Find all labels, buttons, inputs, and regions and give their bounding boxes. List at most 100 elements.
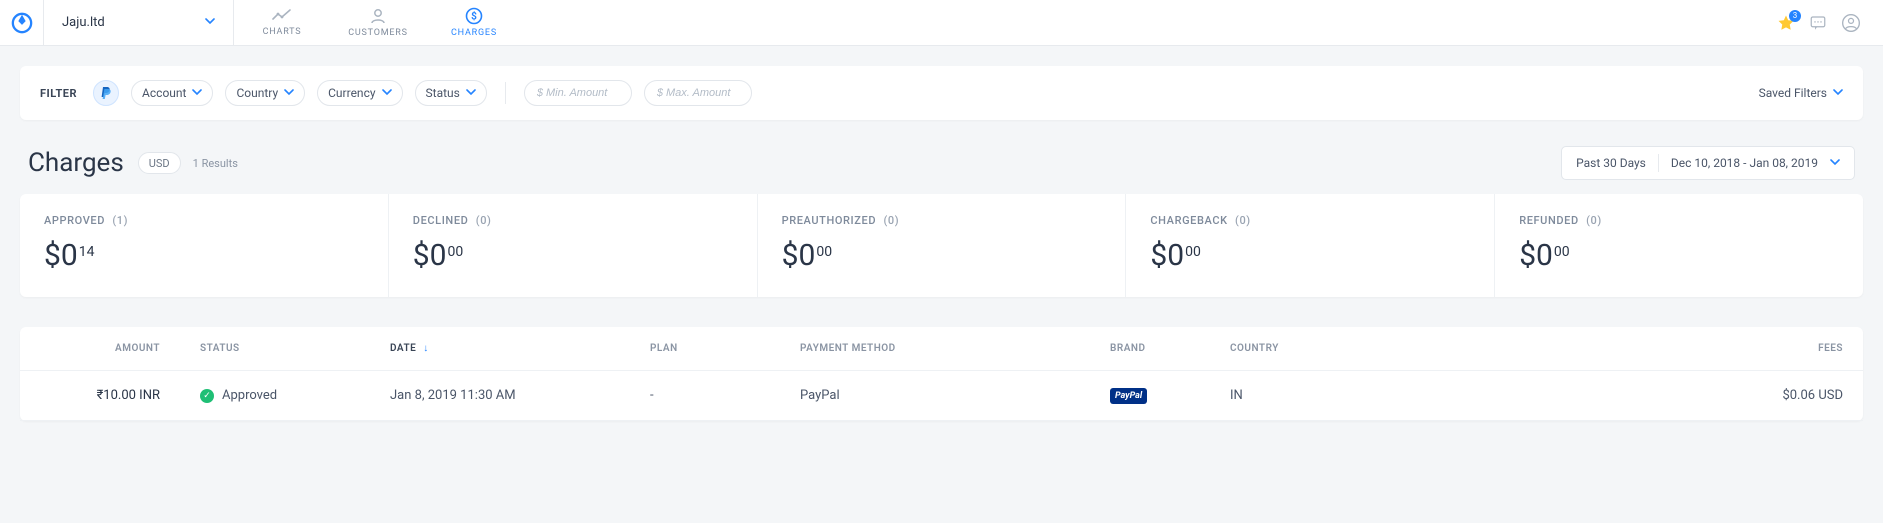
col-date-label: DATE [390,343,416,354]
cell-date: Jan 8, 2019 11:30 AM [370,371,630,421]
stat-label-text: APPROVED [44,214,105,227]
stat-minor: 00 [448,245,464,259]
results-count: 1 Results [193,157,238,170]
top-nav-right: 3 [1777,0,1883,45]
stat-major: $0 [413,241,447,271]
date-range-preset: Past 30 Days [1576,156,1646,170]
divider [505,82,506,104]
nav-tab-label: CUSTOMERS [348,28,408,38]
stat-minor: 00 [1185,245,1201,259]
chevron-down-icon [1833,86,1843,100]
stat-major: $0 [1519,241,1553,271]
filter-account[interactable]: Account [131,80,213,106]
sort-desc-icon: ↓ [423,343,429,354]
col-plan[interactable]: PLAN [630,327,780,371]
stat-amount: $0 00 [1519,241,1839,271]
chat-button[interactable] [1809,14,1827,32]
stats-row: APPROVED (1) $0 14 DECLINED (0) $0 00 PR… [20,194,1863,297]
stat-minor: 00 [1554,245,1570,259]
nav-tab-charges[interactable]: $ CHARGES [426,0,522,45]
cell-payment-method: PayPal [780,371,1090,421]
nav-tab-charts[interactable]: CHARTS [234,0,330,45]
filter-currency[interactable]: Currency [317,80,402,106]
stat-label: APPROVED (1) [44,214,364,227]
chevron-down-icon [192,86,202,100]
status-approved-icon: ✓ [200,389,214,403]
stat-amount: $0 00 [1150,241,1470,271]
cell-amount: ₹10.00 INR [20,371,180,421]
stat-amount: $0 00 [782,241,1102,271]
app-logo[interactable] [0,0,44,45]
date-range-value: Dec 10, 2018 - Jan 08, 2019 [1671,156,1818,170]
filter-country[interactable]: Country [225,80,305,106]
col-status[interactable]: STATUS [180,327,370,371]
saved-filters-button[interactable]: Saved Filters [1759,86,1843,100]
nav-tabs: CHARTS CUSTOMERS $ CHARGES [234,0,522,45]
stat-minor: 00 [816,245,832,259]
filter-pill-label: Status [426,86,460,100]
col-country[interactable]: COUNTRY [1210,327,1460,371]
stat-count: (1) [112,214,128,227]
stat-major: $0 [782,241,816,271]
account-name: Jaju.ltd [62,15,105,30]
chevron-down-icon [284,86,294,100]
saved-filters-label: Saved Filters [1759,86,1827,100]
table-row[interactable]: ₹10.00 INR ✓ Approved Jan 8, 2019 11:30 … [20,371,1863,421]
svg-text:$: $ [471,10,477,23]
page-title: Charges [28,148,124,178]
stat-count: (0) [1235,214,1251,227]
col-fees[interactable]: FEES [1460,327,1863,371]
stat-chargeback[interactable]: CHARGEBACK (0) $0 00 [1126,194,1495,297]
table-header-row: AMOUNT STATUS DATE ↓ PLAN PAYMENT METHOD… [20,327,1863,371]
stat-major: $0 [44,241,78,271]
stat-refunded[interactable]: REFUNDED (0) $0 00 [1495,194,1863,297]
cell-status: ✓ Approved [180,371,370,421]
col-date[interactable]: DATE ↓ [370,327,630,371]
nav-tab-label: CHARTS [263,27,302,37]
star-badge-count: 3 [1789,10,1801,22]
stat-minor: 14 [79,245,95,259]
stat-amount: $0 14 [44,241,364,271]
filter-label: FILTER [40,87,77,100]
main-content: FILTER Account Country Currency Status S… [0,46,1883,441]
chevron-down-icon [1830,156,1840,170]
col-brand[interactable]: BRAND [1090,327,1210,371]
nav-tab-label: CHARGES [451,28,497,38]
max-amount-input[interactable] [644,80,752,106]
filter-source-paypal[interactable] [93,80,119,106]
cell-fees: $0.06 USD [1460,371,1863,421]
stat-major: $0 [1150,241,1184,271]
currency-selector[interactable]: USD [138,152,181,174]
stat-label: REFUNDED (0) [1519,214,1839,227]
stat-approved[interactable]: APPROVED (1) $0 14 [20,194,389,297]
stat-preauthorized[interactable]: PREAUTHORIZED (0) $0 00 [758,194,1127,297]
stat-label: PREAUTHORIZED (0) [782,214,1102,227]
filter-pill-label: Country [236,86,278,100]
stat-count: (0) [883,214,899,227]
min-amount-input[interactable] [524,80,632,106]
chevron-down-icon [205,15,215,30]
filter-pill-label: Account [142,86,186,100]
top-nav: Jaju.ltd CHARTS CUSTOMERS $ [0,0,1883,46]
stat-declined[interactable]: DECLINED (0) $0 00 [389,194,758,297]
col-amount[interactable]: AMOUNT [20,327,180,371]
chevron-down-icon [466,86,476,100]
stat-label: CHARGEBACK (0) [1150,214,1470,227]
stat-label-text: DECLINED [413,214,469,227]
nav-tab-customers[interactable]: CUSTOMERS [330,0,426,45]
filter-status[interactable]: Status [415,80,487,106]
account-switcher[interactable]: Jaju.ltd [44,0,234,45]
col-payment-method[interactable]: PAYMENT METHOD [780,327,1090,371]
cell-brand: PayPal [1090,371,1210,421]
paypal-icon [100,86,112,100]
stat-label-text: CHARGEBACK [1150,214,1227,227]
charges-table: AMOUNT STATUS DATE ↓ PLAN PAYMENT METHOD… [20,327,1863,421]
stat-count: (0) [1586,214,1602,227]
chat-icon [1809,14,1827,32]
cell-plan: - [630,371,780,421]
spacer [522,0,1777,45]
filter-bar: FILTER Account Country Currency Status S… [20,66,1863,120]
profile-button[interactable] [1841,13,1861,33]
date-range-picker[interactable]: Past 30 Days Dec 10, 2018 - Jan 08, 2019 [1561,146,1855,180]
favorites-button[interactable]: 3 [1777,14,1795,32]
